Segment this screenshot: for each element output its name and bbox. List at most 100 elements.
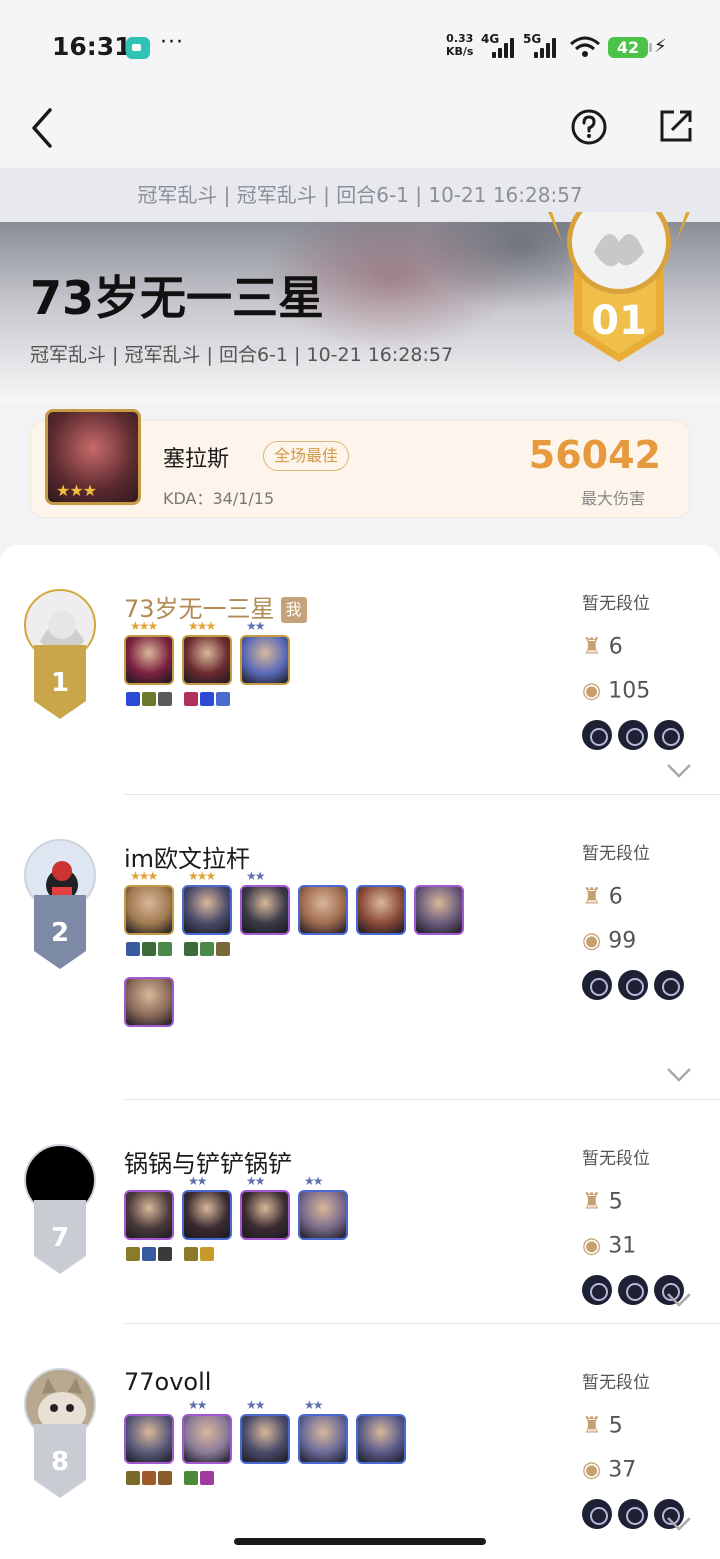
trait-icons [582,702,702,754]
champion-unit[interactable]: ★★ [298,1174,348,1240]
champion-unit[interactable]: ★★★ [182,619,232,706]
me-tag: 我 [280,597,307,623]
unit-items [184,1246,234,1261]
item-icon [158,1247,172,1261]
unit-star-rating: ★★ [246,1398,265,1412]
status-time: 16:31 [52,32,132,61]
item-icon [158,692,172,706]
champion-unit[interactable] [124,1190,174,1261]
mvp-card[interactable]: ★★★ 塞拉斯 全场最佳 KDA：34/1/15 56042 最大伤害 [30,409,690,518]
item-icon [126,1471,140,1485]
gold-icon: ◉ [582,678,602,704]
champion-unit[interactable]: ★★★ [182,869,232,956]
mvp-damage-value: 56042 [528,433,661,477]
champion-unit[interactable]: ★★ [240,869,290,935]
player-name: 锅锅与铲铲锅铲 [124,1150,292,1178]
champion-unit[interactable] [356,885,406,935]
champion-unit[interactable] [414,885,464,935]
expand-chevron-icon[interactable] [666,763,692,779]
champion-unit[interactable]: ★★ [240,1398,290,1464]
player-list: 1 73岁无一三星我 ★★★ ★★★ ★★ 暂无段位 ♜ 6 ◉ 105 2 im欧… [0,545,720,1559]
trait-icon [582,720,612,750]
placement-badge: 01 [548,212,690,362]
unit-star-rating: ★★ [246,619,265,633]
help-button[interactable] [570,108,608,146]
player-stats: 暂无段位 ♜ 6 ◉ 99 [582,839,702,1004]
player-row[interactable]: 7 锅锅与铲铲锅铲 ★★ ★★ ★★ 暂无段位 ♜ 5 ◉ 31 [0,1100,720,1324]
rank-label: 暂无段位 [582,1373,650,1393]
expand-chevron-icon[interactable] [666,1067,692,1083]
champion-unit[interactable]: ★★ [240,1174,290,1240]
item-icon [216,942,230,956]
unit-star-rating: ★★★ [130,869,158,883]
trait-icon [582,970,612,1000]
player-name: 77ovoll [124,1368,212,1396]
player-stats: 暂无段位 ♜ 6 ◉ 105 [582,589,702,754]
unit-items [126,1246,176,1261]
item-icon [216,692,230,706]
unit-items [126,941,176,956]
player-row[interactable]: 8 77ovoll ★★ ★★ ★★ 暂无段位 ♜ 5 ◉ 37 [0,1324,720,1559]
unit-star-rating: ★★ [188,1174,207,1188]
trait-icon [618,720,648,750]
more-notifications-icon: ··· [160,30,184,55]
champion-unit[interactable]: ★★★ [124,619,174,706]
item-icon [200,1247,214,1261]
champion-unit[interactable] [298,885,348,935]
trait-icon [654,720,684,750]
champion-unit[interactable] [124,1414,174,1485]
trait-icon [618,970,648,1000]
expand-chevron-icon[interactable] [666,1292,692,1308]
gold-icon: ◉ [582,928,602,954]
expand-chevron-icon[interactable] [666,1516,692,1532]
signal-4g-icon [492,38,518,58]
item-icon [142,1247,156,1261]
unit-items [184,691,234,706]
item-icon [158,1471,172,1485]
match-meta: 冠军乱斗 | 冠军乱斗 | 回合6-1 | 10-21 16:28:57 [30,344,454,366]
champion-unit[interactable] [356,1414,406,1464]
item-icon [126,1247,140,1261]
mvp-damage-label: 最大伤害 [580,489,645,508]
unit-star-rating: ★★ [246,869,265,883]
level-stat: ♜ 5 [582,1413,623,1439]
signal-5g-icon [534,38,560,58]
unit-items [126,691,176,706]
unit-star-rating: ★★★ [130,619,158,633]
unit-star-rating: ★★ [188,1398,207,1412]
share-button[interactable] [658,108,694,144]
back-button[interactable] [26,106,60,150]
level-stat: ♜ 5 [582,1189,623,1215]
player-row[interactable]: 2 im欧文拉杆 ★★★ ★★★ ★★ 暂无段位 ♜ 6 ◉ 99 [0,795,720,1100]
placement-ribbon: 7 [34,1200,86,1274]
champion-unit[interactable]: ★★ [182,1174,232,1261]
gold-stat: ◉ 31 [582,1233,637,1259]
charging-icon: ⚡ [654,36,667,57]
level-icon: ♜ [582,634,602,660]
item-icon [158,942,172,956]
top-nav [0,90,720,168]
item-icon [184,692,198,706]
champion-unit[interactable]: ★★ [240,619,290,685]
gold-stat: ◉ 99 [582,928,637,954]
home-indicator[interactable] [234,1538,486,1545]
unit-star-rating: ★★ [246,1174,265,1188]
trait-icon [582,1275,612,1305]
trait-icon [618,1275,648,1305]
mvp-star-rating: ★★★ [56,481,97,500]
champion-unit[interactable]: ★★★ [124,869,174,956]
unit-items [184,1470,234,1485]
level-icon: ♜ [582,884,602,910]
unit-items [184,941,234,956]
rank-label: 暂无段位 [582,844,650,864]
unit-star-rating: ★★ [304,1398,323,1412]
champion-unit[interactable]: ★★ [298,1398,348,1464]
unit-items [126,1470,176,1485]
champion-unit[interactable]: ★★ [182,1398,232,1485]
item-icon [200,1471,214,1485]
player-row[interactable]: 1 73岁无一三星我 ★★★ ★★★ ★★ 暂无段位 ♜ 6 ◉ 105 [0,545,720,795]
svg-text:7: 7 [51,1223,69,1253]
champion-unit[interactable] [124,977,174,1027]
placement-ribbon: 2 [34,895,86,969]
svg-text:8: 8 [51,1447,69,1477]
